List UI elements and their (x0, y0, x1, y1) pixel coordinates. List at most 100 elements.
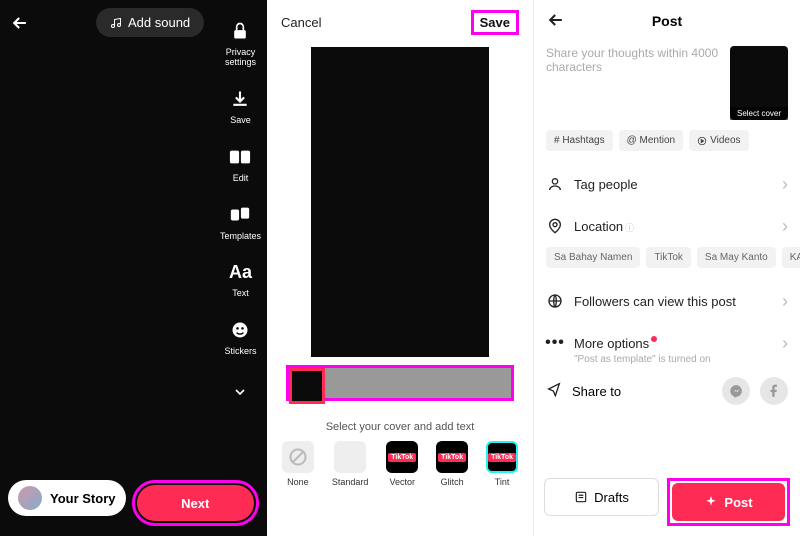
globe-icon (546, 292, 564, 310)
add-sound-label: Add sound (128, 15, 190, 30)
cover-preview[interactable] (311, 47, 489, 357)
style-thumb-glitch: TikTok (436, 441, 468, 473)
template-icon (227, 202, 253, 228)
chevron-down-icon[interactable] (227, 379, 253, 405)
cover-screen: Cancel Save Select your cover and add te… (267, 0, 533, 536)
play-circle-icon (697, 136, 707, 146)
style-label: Glitch (441, 477, 464, 487)
editor-bottom-bar: Your Story Next (8, 480, 259, 526)
style-standard[interactable]: Standard (332, 441, 369, 487)
drafts-icon (574, 490, 588, 504)
facebook-share-icon[interactable] (760, 377, 788, 405)
person-icon (546, 175, 564, 193)
sidebar-label: Text (232, 289, 249, 299)
drafts-label: Drafts (594, 490, 629, 505)
highlight-annotation: Post (667, 478, 790, 526)
highlight-annotation: Next (132, 480, 260, 526)
style-thumb-none (282, 441, 314, 473)
style-thumb-tint: TikTok (486, 441, 518, 473)
location-suggestions: Sa Bahay Namen TikTok Sa May Kanto KAHIT… (534, 247, 800, 280)
download-icon (227, 86, 253, 112)
sparkle-icon (704, 495, 718, 509)
text-icon: Aa (227, 259, 253, 285)
select-cover-label: Select cover (730, 107, 788, 120)
more-options-label: More options (574, 336, 788, 351)
sidebar-label: Edit (233, 174, 249, 184)
next-button[interactable]: Next (137, 485, 255, 521)
post-screen: Post Share your thoughts within 4000 cha… (533, 0, 800, 536)
caption-input[interactable]: Share your thoughts within 4000 characte… (546, 46, 722, 120)
location-option[interactable]: Locationⓘ (534, 205, 800, 247)
cover-hint-text: Select your cover and add text (267, 421, 533, 433)
page-title: Post (568, 13, 766, 29)
style-label: Standard (332, 477, 369, 487)
save-button[interactable]: Save (227, 86, 253, 126)
lock-icon (227, 18, 253, 44)
style-thumb-vector: TikTok (386, 441, 418, 473)
style-none[interactable]: None (282, 441, 314, 487)
post-header: Post (534, 0, 800, 40)
cover-frame-scrubber[interactable] (286, 365, 514, 401)
style-vector[interactable]: TikTok Vector (386, 441, 418, 487)
back-icon[interactable] (6, 9, 34, 37)
edit-button[interactable]: Edit (227, 144, 253, 184)
cover-save-button[interactable]: Save (480, 15, 510, 30)
stickers-button[interactable]: Stickers (224, 317, 256, 357)
location-icon (546, 217, 564, 235)
loc-chip[interactable]: TikTok (646, 247, 691, 268)
text-button[interactable]: Aa Text (227, 259, 253, 299)
templates-button[interactable]: Templates (220, 202, 261, 242)
followers-view-label: Followers can view this post (574, 294, 788, 309)
videos-chip[interactable]: Videos (689, 130, 748, 151)
style-thumb-standard (334, 441, 366, 473)
cover-style-row: None Standard TikTok Vector TikTok Glitc… (267, 433, 533, 491)
editor-sidebar: Privacysettings Save Edit Templates Aa T… (220, 18, 261, 405)
music-note-icon (110, 17, 122, 29)
post-button[interactable]: Post (672, 483, 785, 521)
share-icon (546, 381, 562, 402)
tag-people-option[interactable]: Tag people (534, 163, 800, 205)
style-tint[interactable]: TikTok Tint (486, 441, 518, 487)
loc-chip[interactable]: Sa May Kanto (697, 247, 776, 268)
sidebar-label: Templates (220, 232, 261, 242)
loc-chip[interactable]: Sa Bahay Namen (546, 247, 640, 268)
your-story-label: Your Story (50, 491, 116, 506)
info-icon: ⓘ (625, 223, 634, 233)
back-icon[interactable] (546, 10, 568, 32)
sticker-icon (227, 317, 253, 343)
post-button-label: Post (724, 495, 752, 510)
style-glitch[interactable]: TikTok Glitch (436, 441, 468, 487)
style-label: Tint (495, 477, 510, 487)
drafts-button[interactable]: Drafts (544, 478, 659, 516)
caption-row: Share your thoughts within 4000 characte… (534, 40, 800, 120)
edit-icon (227, 144, 253, 170)
cover-header: Cancel Save (267, 0, 533, 41)
cancel-button[interactable]: Cancel (281, 15, 321, 30)
style-label: Vector (389, 477, 415, 487)
loc-chip[interactable]: KAHIT S (782, 247, 800, 268)
messenger-share-icon[interactable] (722, 377, 750, 405)
sidebar-label: Privacysettings (225, 48, 256, 68)
privacy-settings-button[interactable]: Privacysettings (225, 18, 256, 68)
share-to-row: Share to (534, 365, 800, 417)
your-story-button[interactable]: Your Story (8, 480, 126, 516)
followers-view-option[interactable]: Followers can view this post (534, 280, 800, 322)
hashtags-chip[interactable]: # Hashtags (546, 130, 613, 151)
select-cover-button[interactable]: Select cover (730, 46, 788, 120)
tag-people-label: Tag people (574, 177, 788, 192)
sidebar-label: Stickers (224, 347, 256, 357)
style-label: None (287, 477, 309, 487)
location-label: Locationⓘ (574, 219, 788, 234)
editor-screen: Add sound Privacysettings Save Edit Temp… (0, 0, 267, 536)
sidebar-label: Save (230, 116, 251, 126)
add-sound-button[interactable]: Add sound (96, 8, 204, 37)
highlight-annotation: Save (471, 10, 519, 35)
avatar (18, 486, 42, 510)
ellipsis-icon: ••• (546, 334, 564, 352)
caption-chips: # Hashtags @ Mention Videos (534, 120, 800, 163)
notification-dot (651, 336, 657, 342)
post-bottom-bar: Drafts Post (544, 478, 790, 526)
share-to-label: Share to (572, 384, 712, 399)
more-options-option[interactable]: ••• More options (534, 322, 800, 364)
mention-chip[interactable]: @ Mention (619, 130, 684, 151)
